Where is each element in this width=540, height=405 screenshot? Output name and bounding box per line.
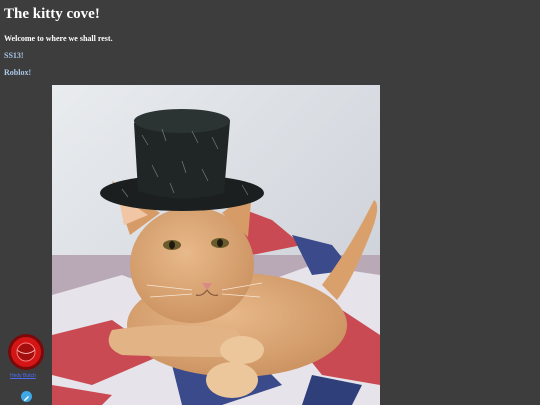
badge-button[interactable] bbox=[7, 333, 45, 371]
pencil-icon bbox=[24, 396, 29, 401]
cat-photo bbox=[52, 85, 380, 405]
roblox-link[interactable]: Roblox! bbox=[4, 68, 31, 77]
page-title: The kitty cove! bbox=[4, 6, 100, 22]
red-button-icon bbox=[8, 334, 44, 370]
badge-caption[interactable]: Hedy Butch bbox=[10, 373, 36, 379]
welcome-text: Welcome to where we shall rest. bbox=[4, 34, 113, 43]
cat-in-hat-image bbox=[52, 85, 380, 405]
edit-button[interactable] bbox=[21, 391, 32, 402]
page: The kitty cove! Welcome to where we shal… bbox=[0, 0, 540, 405]
ss13-link[interactable]: SS13! bbox=[4, 51, 24, 60]
